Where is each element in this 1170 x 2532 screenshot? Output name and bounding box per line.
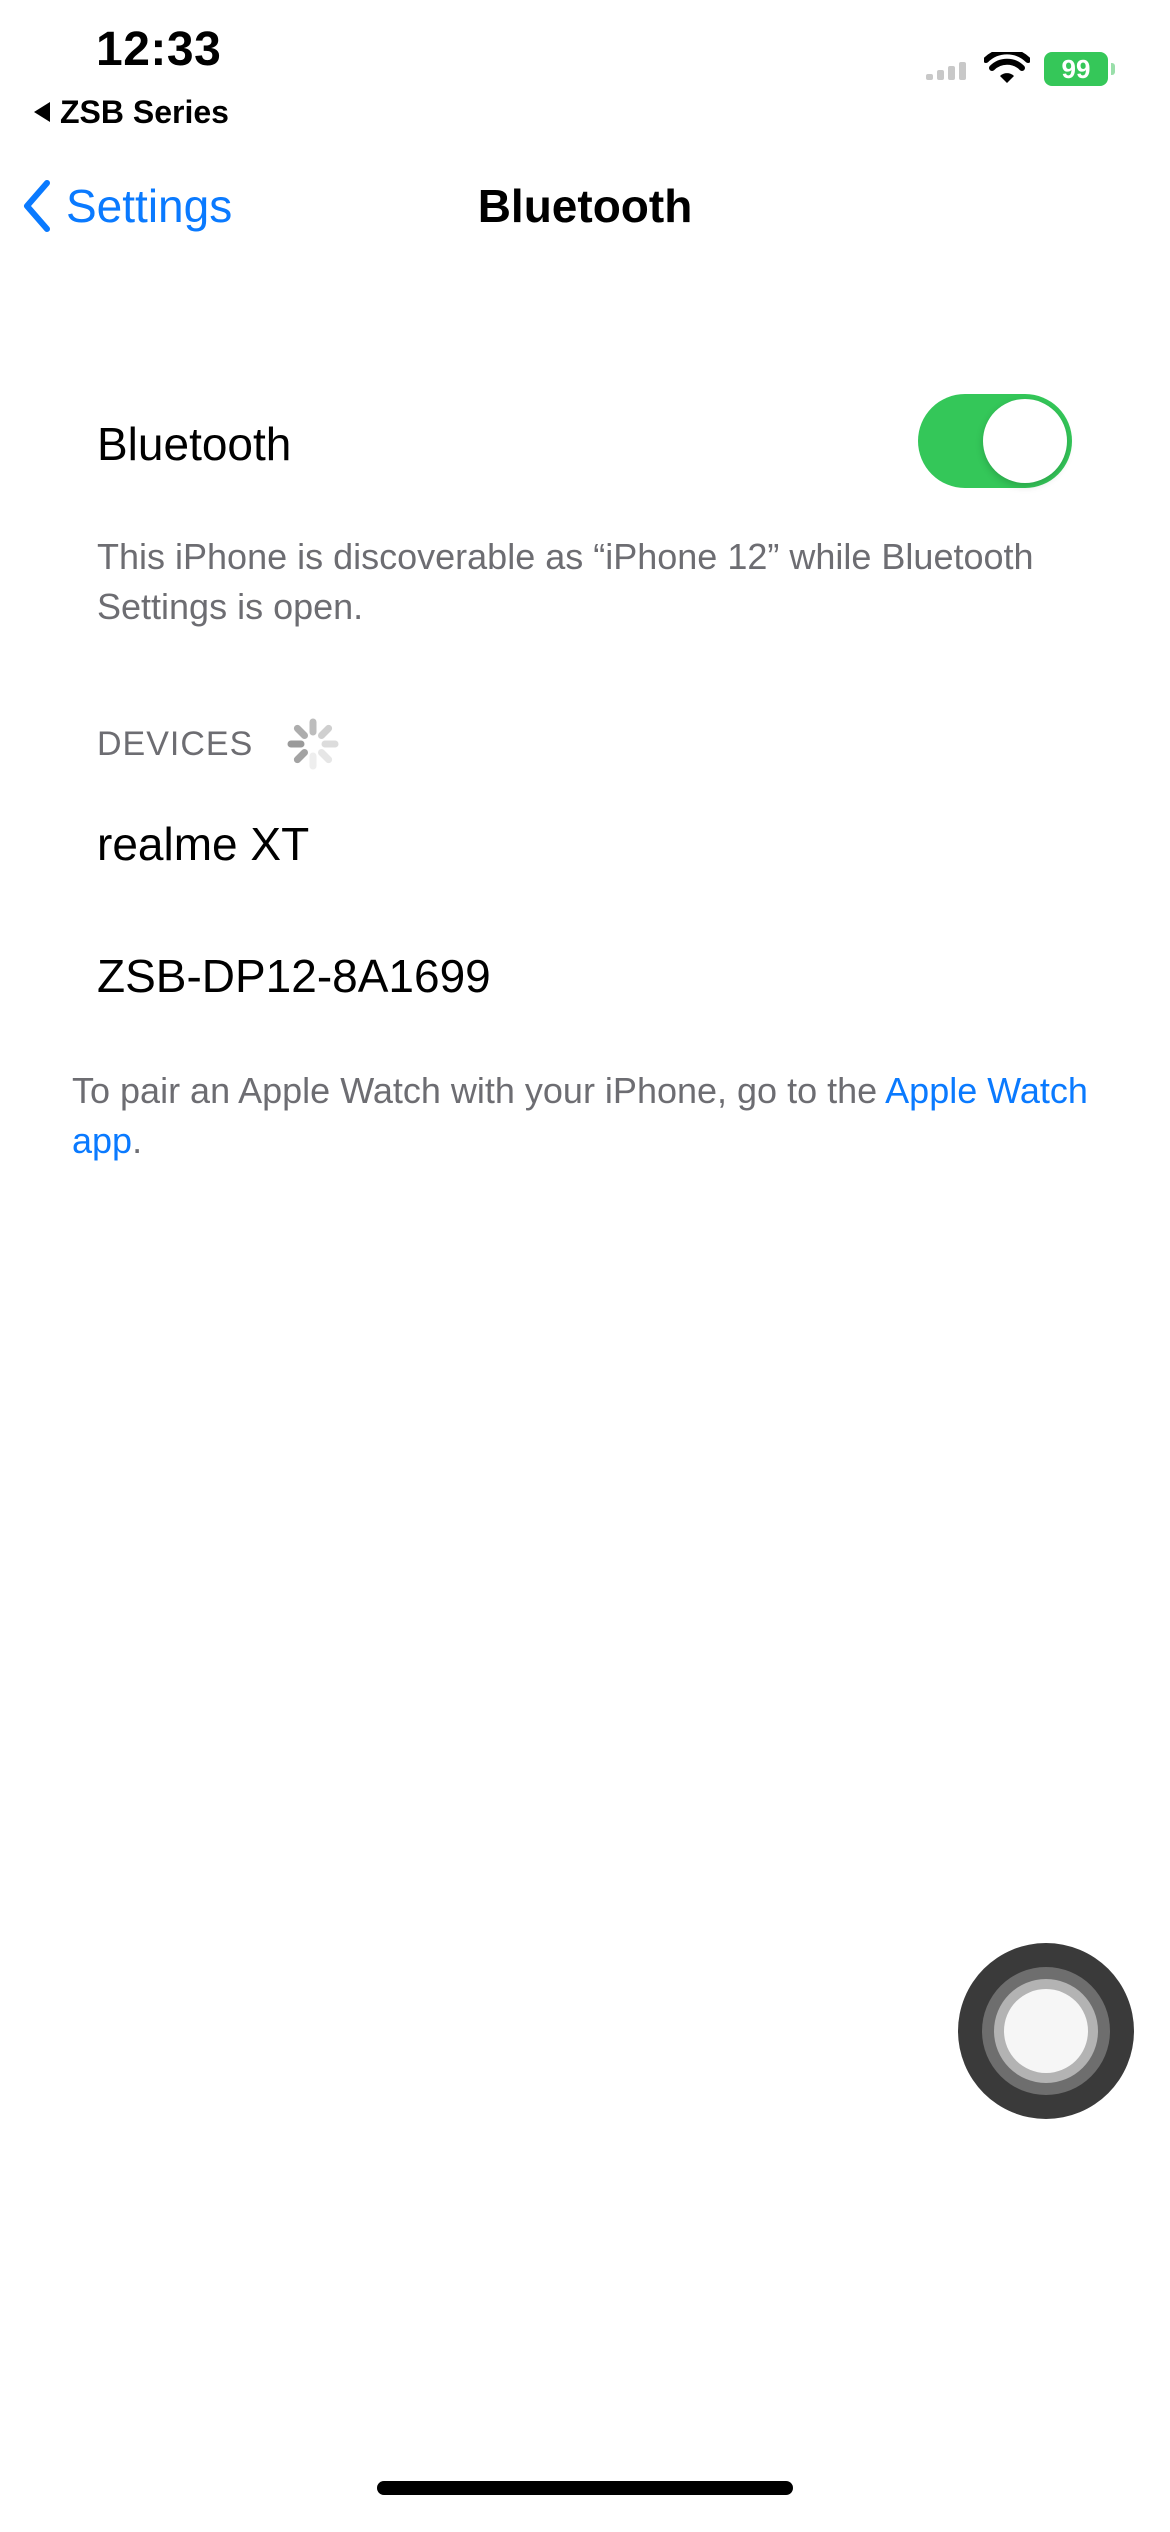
chevron-left-icon: [24, 180, 50, 232]
devices-section-header: DEVICES: [97, 714, 343, 774]
assistive-touch-button[interactable]: [958, 1943, 1134, 2119]
status-time: 12:33: [96, 23, 222, 76]
back-button[interactable]: Settings: [22, 178, 232, 234]
back-button-label: Settings: [66, 180, 233, 232]
bluetooth-toggle[interactable]: [918, 394, 1072, 488]
status-indicators: 99: [926, 52, 1115, 86]
toggle-knob: [983, 399, 1067, 483]
battery-charging-icon: 99: [1044, 52, 1115, 86]
discoverable-note: This iPhone is discoverable as “iPhone 1…: [97, 536, 1034, 627]
apple-watch-note: To pair an Apple Watch with your iPhone,…: [72, 1066, 1112, 1166]
back-to-app-link[interactable]: ZSB Series: [34, 92, 229, 132]
wifi-icon: [984, 52, 1030, 83]
home-indicator[interactable]: [377, 2481, 793, 2495]
apple-watch-note-suffix: .: [132, 1120, 143, 1161]
device-row-zsb-dp12[interactable]: ZSB-DP12-8A1699: [97, 948, 491, 1004]
bluetooth-label: Bluetooth: [97, 418, 292, 470]
battery-level: 99: [1061, 53, 1091, 84]
devices-header-label: DEVICES: [97, 725, 254, 763]
back-app-label: ZSB Series: [60, 94, 229, 130]
loading-spinner-icon: [287, 718, 339, 770]
apple-watch-note-text: To pair an Apple Watch with your iPhone,…: [72, 1070, 886, 1111]
device-row-realme-xt[interactable]: realme XT: [97, 816, 309, 872]
back-triangle-icon: [34, 102, 50, 122]
cellular-signal-icon: [926, 58, 966, 80]
